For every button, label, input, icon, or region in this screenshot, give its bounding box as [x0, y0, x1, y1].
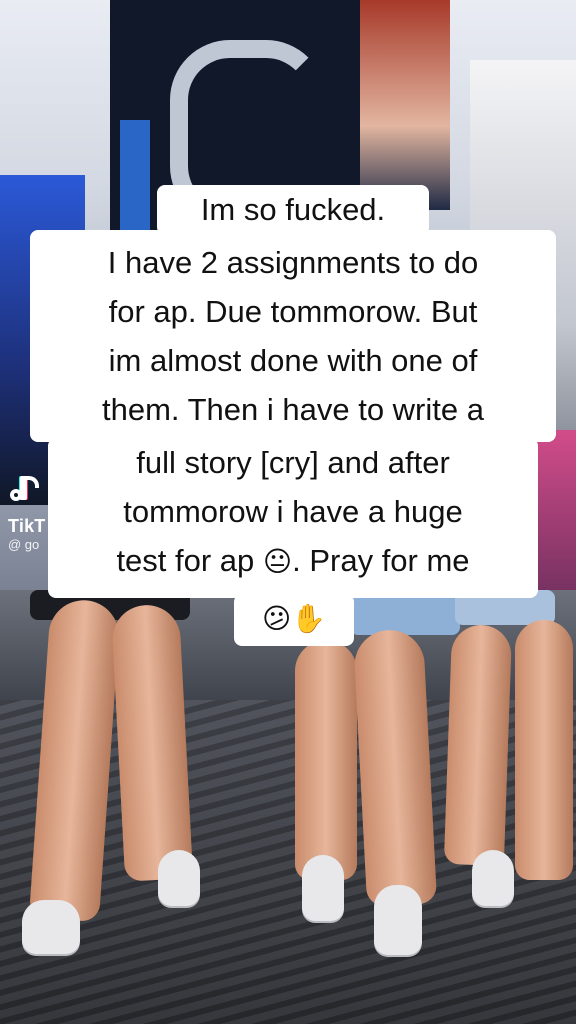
caption-line: tommorow i have a huge — [123, 494, 463, 529]
tiktok-username: @ go — [8, 537, 40, 552]
sneaker — [374, 885, 422, 955]
caption-line: I have 2 assignments to do — [107, 245, 479, 280]
caption-box-body-top: I have 2 assignments to do for ap. Due t… — [30, 230, 556, 442]
caption-box-emoji: 😕✋ — [234, 594, 354, 646]
confused-face-raised-hand-icon: 😕✋ — [261, 602, 327, 635]
caption-line: Im so fucked. — [200, 192, 386, 227]
leg — [352, 628, 438, 907]
shorts — [350, 595, 460, 635]
caption-line: for ap. Due tommorow. But — [108, 294, 478, 329]
caption-box-title: Im so fucked. — [157, 185, 429, 235]
leg — [443, 624, 513, 866]
caption-box-body-bottom: full story [cry] and after tommorow i ha… — [48, 438, 538, 598]
sneaker — [158, 850, 200, 906]
leg — [110, 603, 194, 882]
sneaker — [22, 900, 80, 954]
billboard-right — [360, 0, 450, 210]
tiktok-logo-icon — [8, 476, 40, 508]
leg — [515, 620, 573, 880]
caption-line: im almost done with one of — [108, 343, 478, 378]
leg — [295, 640, 357, 880]
tiktok-watermark: TikT @ go — [8, 476, 45, 552]
sneaker — [302, 855, 344, 921]
caption-line: test for ap 😐. Pray for me — [48, 536, 538, 586]
caption-line: full story [cry] and after — [136, 445, 450, 480]
tiktok-brand: TikT — [8, 516, 46, 536]
caption-text: . Pray for me — [292, 543, 470, 578]
sneaker — [472, 850, 514, 906]
caption-text: test for ap — [116, 543, 263, 578]
neutral-face-icon: 😐 — [262, 545, 293, 578]
caption-line: them. Then i have to write a — [102, 392, 484, 427]
